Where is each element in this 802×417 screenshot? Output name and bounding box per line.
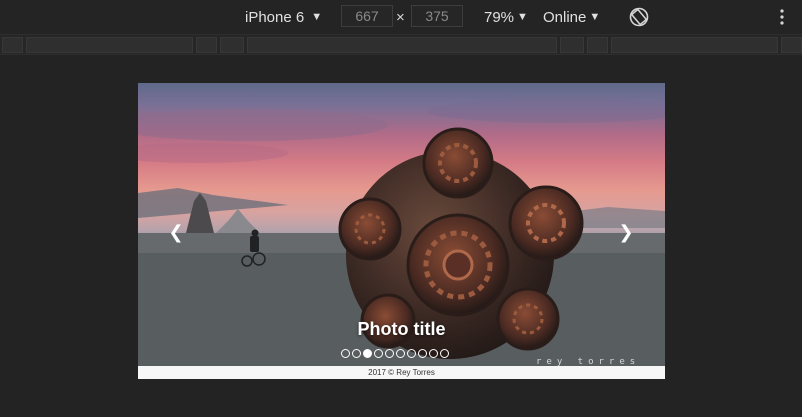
- network-throttle-select[interactable]: Online ▼: [543, 6, 600, 28]
- slide-dot[interactable]: [429, 349, 438, 358]
- media-query-segment[interactable]: [611, 37, 778, 53]
- slide-dot[interactable]: [396, 349, 405, 358]
- chevron-right-icon[interactable]: ❯: [617, 221, 635, 243]
- photo-caption: 2017 © Rey Torres: [138, 366, 665, 379]
- more-options-button[interactable]: [776, 6, 788, 28]
- media-query-segment[interactable]: [247, 37, 557, 53]
- chevron-down-icon: ▼: [589, 11, 601, 23]
- media-query-bar: [0, 34, 802, 55]
- media-query-segment[interactable]: [196, 37, 217, 53]
- slide-dot[interactable]: [363, 349, 372, 358]
- media-query-segment[interactable]: [26, 37, 193, 53]
- chevron-down-icon: ▼: [311, 11, 323, 23]
- zoom-value: 79%: [484, 8, 515, 26]
- media-query-segment[interactable]: [2, 37, 23, 53]
- network-value: Online: [543, 8, 587, 26]
- slideshow-image[interactable]: ❮ ❯ Photo title rey torres: [138, 83, 665, 366]
- device-viewport: ❮ ❯ Photo title rey torres 2017 © Rey To…: [138, 83, 665, 379]
- slide-dot[interactable]: [418, 349, 427, 358]
- media-query-segment[interactable]: [781, 37, 802, 53]
- width-input[interactable]: 667: [341, 5, 393, 27]
- slide-dot[interactable]: [407, 349, 416, 358]
- slide-dot[interactable]: [385, 349, 394, 358]
- slide-dot[interactable]: [352, 349, 361, 358]
- rotate-icon: [629, 7, 649, 27]
- device-name: iPhone 6: [245, 8, 305, 26]
- dimension-separator: ×: [396, 8, 405, 26]
- device-select[interactable]: iPhone 6 ▼: [245, 6, 322, 28]
- rotate-button[interactable]: [628, 6, 650, 28]
- media-query-segment[interactable]: [587, 37, 608, 53]
- photo-watermark: rey torres: [536, 357, 641, 366]
- chevron-down-icon: ▼: [517, 11, 528, 23]
- chevron-left-icon[interactable]: ❮: [167, 221, 185, 243]
- slide-indicators: [341, 349, 449, 358]
- slide-dot[interactable]: [374, 349, 383, 358]
- height-input[interactable]: 375: [411, 5, 463, 27]
- slide-dot[interactable]: [440, 349, 449, 358]
- slide-dot[interactable]: [341, 349, 350, 358]
- vertical-dots-icon: [780, 9, 784, 25]
- device-toolbar: iPhone 6 ▼ 667 × 375 79% ▼ Online ▼: [0, 0, 802, 34]
- media-query-segment[interactable]: [560, 37, 584, 53]
- zoom-select[interactable]: 79% ▼: [484, 6, 528, 28]
- photo-title: Photo title: [357, 319, 446, 339]
- media-query-segment[interactable]: [220, 37, 244, 53]
